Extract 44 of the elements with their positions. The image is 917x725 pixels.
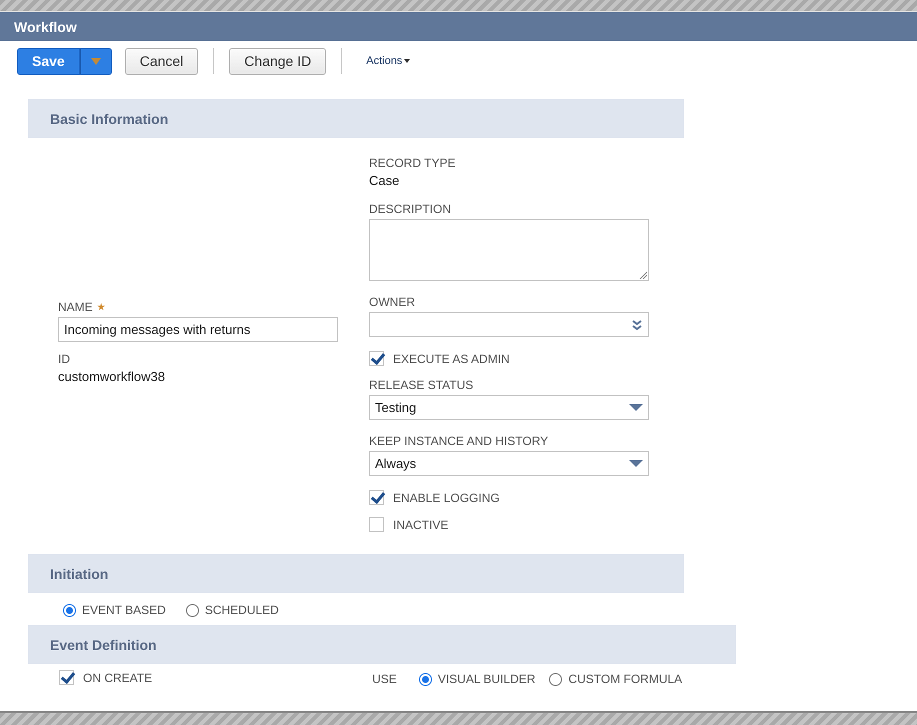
field-value: customworkflow38 <box>58 369 166 384</box>
radio-button[interactable] <box>63 604 76 616</box>
name-field[interactable]: Incoming messages with returns <box>58 317 338 342</box>
toolbar-button[interactable]: Change ID <box>229 48 326 74</box>
caret-icon[interactable] <box>629 404 643 411</box>
radio-label: SCHEDULED <box>204 603 279 617</box>
section-header[interactable]: Initiation <box>28 554 684 593</box>
description-field[interactable] <box>369 219 649 281</box>
field-label: RECORD TYPE <box>369 156 456 170</box>
resize-grip-icon[interactable] <box>639 271 647 279</box>
radio-button[interactable] <box>418 672 432 686</box>
section-header[interactable]: Basic Information <box>28 99 684 138</box>
dropdown-button[interactable] <box>80 48 112 74</box>
actions-menu[interactable]: Actions <box>366 55 410 67</box>
radio-button[interactable] <box>549 672 562 686</box>
checkbox-label: INACTIVE <box>393 518 448 532</box>
checkbox-label: ENABLE LOGGING <box>393 490 500 504</box>
checkbox-label: EXECUTE AS ADMIN <box>393 352 510 366</box>
field-label: NAME <box>58 300 93 314</box>
radio-label: CUSTOM FORMULA <box>568 672 682 686</box>
section-header[interactable]: Event Definition <box>28 625 736 664</box>
window-title: Workflow <box>14 18 77 34</box>
checkbox[interactable] <box>369 517 384 532</box>
radio-label: VISUAL BUILDER <box>438 672 536 686</box>
double-chevron-icon[interactable] <box>631 318 643 330</box>
radio-button[interactable] <box>186 604 199 616</box>
owner-field[interactable] <box>369 312 649 337</box>
checkbox[interactable] <box>59 670 74 685</box>
checkbox[interactable] <box>369 490 384 505</box>
toolbar-button[interactable]: Cancel <box>124 48 198 74</box>
save-button[interactable]: Save <box>17 48 80 74</box>
field-label: USE <box>372 672 397 686</box>
field-label: KEEP INSTANCE AND HISTORY <box>369 434 550 448</box>
caret-icon[interactable] <box>629 460 643 467</box>
checkbox[interactable] <box>369 351 384 366</box>
field-label: DESCRIPTION <box>369 202 452 216</box>
field-label: ID <box>58 352 71 366</box>
field-label: RELEASE STATUS <box>369 378 474 392</box>
checkbox-label: ON CREATE <box>83 670 152 684</box>
dropdown-field[interactable]: Always <box>369 451 649 476</box>
field-label: OWNER <box>369 295 416 309</box>
dropdown-field[interactable]: Testing <box>369 395 649 420</box>
radio-label: EVENT BASED <box>82 603 166 617</box>
field-value: Case <box>369 173 400 188</box>
